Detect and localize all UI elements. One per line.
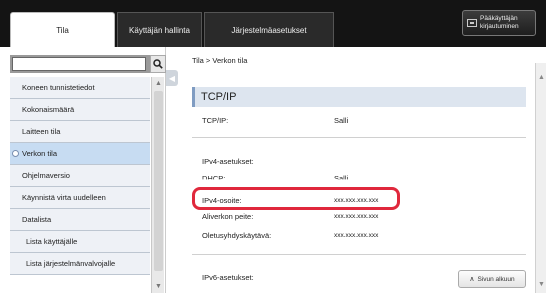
sidebar-item-label: Käynnistä virta uudelleen [22, 193, 106, 202]
search-bar [10, 55, 150, 73]
login-icon [467, 19, 477, 27]
section-title: TCP/IP [192, 87, 526, 107]
sidebar-item-kokonaismaara[interactable]: Kokonaismäärä [10, 99, 150, 121]
divider [192, 137, 526, 138]
tab-label: Tila [56, 25, 69, 35]
tcpip-value: Salli [334, 116, 349, 125]
subnet-mask-label: Aliverkon peite: [202, 212, 254, 221]
scroll-up-icon[interactable]: ▲ [537, 73, 546, 82]
ipv4-settings-header: IPv4-asetukset: [202, 157, 254, 166]
scroll-down-icon[interactable]: ▼ [537, 280, 546, 289]
sidebar-item-label: Lista käyttäjälle [26, 237, 78, 246]
admin-login-line1: Pääkäyttäjän [480, 15, 518, 22]
tab-kayttajan-hallinta[interactable]: Käyttäjän hallinta [117, 12, 202, 47]
gateway-label: Oletusyhdyskäytävä: [202, 231, 272, 240]
search-input[interactable] [12, 57, 146, 71]
sidebar-item-lista-kayttajalle[interactable]: Lista käyttäjälle [10, 231, 150, 253]
tab-tila[interactable]: Tila [10, 12, 115, 47]
section-title-text: TCP/IP [201, 91, 237, 103]
search-icon [153, 59, 163, 69]
sidebar-item-verkon-tila[interactable]: Verkon tila [10, 143, 150, 165]
admin-login-line2: kirjautuminen [480, 23, 519, 30]
tab-label: Järjestelmäasetukset [231, 25, 307, 35]
breadcrumb: Tila > Verkon tila [192, 56, 248, 65]
sidebar-item-label: Kokonaismäärä [22, 105, 75, 114]
admin-login-label: Pääkäyttäjän kirjautuminen [480, 15, 519, 31]
tcpip-label: TCP/IP: [202, 116, 229, 125]
sidebar-item-label: Datalista [22, 215, 52, 224]
sidebar-item-label: Koneen tunnistetiedot [22, 83, 95, 92]
sidebar-item-datalista[interactable]: Datalista [10, 209, 150, 231]
ipv6-settings-header: IPv6-asetukset: [202, 273, 254, 282]
caret-up-icon: ∧ [469, 276, 475, 283]
sidebar-item-ohjelmaversio[interactable]: Ohjelmaversio [10, 165, 150, 187]
scrollbar-thumb[interactable] [154, 91, 163, 271]
sidebar-item-laitteen-tila[interactable]: Laitteen tila [10, 121, 150, 143]
subnet-mask-value: xxx.xxx.xxx.xxx [334, 213, 379, 220]
sidebar: Koneen tunnistetiedot Kokonaismäärä Lait… [10, 47, 166, 293]
sidebar-item-label: Ohjelmaversio [22, 171, 70, 180]
sidebar-scrollbar[interactable]: ▲ ▼ [151, 77, 164, 293]
sidebar-item-koneen-tunnistetiedot[interactable]: Koneen tunnistetiedot [10, 77, 150, 99]
dhcp-value: Salli [334, 174, 349, 183]
scroll-down-icon[interactable]: ▼ [154, 282, 163, 291]
scroll-up-icon[interactable]: ▲ [154, 79, 163, 88]
dhcp-label: DHCP: [202, 174, 226, 183]
search-button[interactable] [150, 55, 166, 73]
sidebar-item-label: Lista järjestelmänvalvojalle [26, 259, 116, 268]
gateway-value: xxx.xxx.xxx.xxx [334, 232, 379, 239]
back-to-top-button[interactable]: ∧ Sivun alkuun [458, 270, 526, 288]
top-bar: Tila Käyttäjän hallinta Järjestelmäasetu… [0, 0, 546, 47]
sidebar-item-label: Laitteen tila [22, 127, 61, 136]
divider [192, 254, 526, 255]
collapse-sidebar-button[interactable]: ◀ [166, 70, 178, 86]
sidebar-nav: Koneen tunnistetiedot Kokonaismäärä Lait… [10, 77, 150, 275]
sidebar-item-kaynnista-uudelleen[interactable]: Käynnistä virta uudelleen [10, 187, 150, 209]
admin-login-button[interactable]: Pääkäyttäjän kirjautuminen [462, 10, 536, 36]
tab-jarjestelmaasetukset[interactable]: Järjestelmäasetukset [204, 12, 334, 47]
sidebar-item-lista-jarjestelmanvalvojalle[interactable]: Lista järjestelmänvalvojalle [10, 253, 150, 275]
chevron-left-icon: ◀ [168, 73, 176, 83]
tab-label: Käyttäjän hallinta [129, 25, 190, 35]
main-scrollbar[interactable]: ▲ ▼ [535, 63, 546, 293]
sidebar-item-label: Verkon tila [22, 149, 58, 158]
highlight-frame [192, 187, 400, 210]
back-to-top-label: Sivun alkuun [477, 275, 515, 283]
selected-indicator-icon [12, 150, 19, 157]
